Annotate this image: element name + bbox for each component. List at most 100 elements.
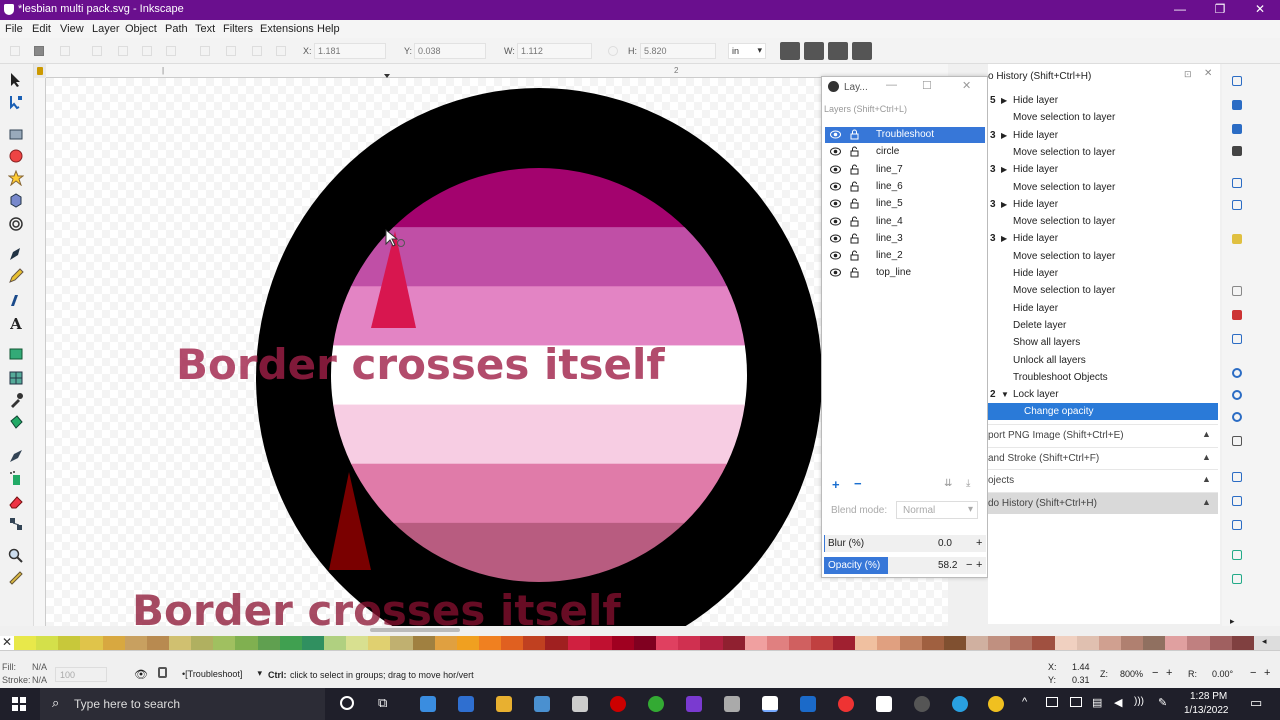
color-swatch[interactable] xyxy=(943,636,967,650)
menu-file[interactable]: File xyxy=(5,23,23,35)
pen-icon[interactable]: ✎ xyxy=(1158,696,1167,709)
blur-slider[interactable]: Blur (%) 0.0 + xyxy=(824,535,986,552)
color-swatch[interactable] xyxy=(257,636,280,650)
file-explorer-icon[interactable] xyxy=(496,696,512,712)
layer-lock-icon[interactable] xyxy=(158,667,167,678)
menu-layer[interactable]: Layer xyxy=(92,23,120,35)
history-item[interactable]: Move selection to layer xyxy=(988,213,1218,230)
layer-row[interactable]: line_5 xyxy=(825,196,985,212)
expand-toggle-icon[interactable]: ▼ xyxy=(1001,390,1009,399)
minimize-button[interactable]: — xyxy=(1160,0,1200,20)
expand-toggle-icon[interactable]: ▶ xyxy=(1001,200,1007,209)
pencil-tool-icon[interactable] xyxy=(8,268,24,284)
transform-gradients-button[interactable] xyxy=(828,42,848,60)
vertical-ruler[interactable] xyxy=(34,78,46,626)
history-item[interactable]: 2 ▼ Lock layer xyxy=(988,386,1218,403)
unlocked-icon[interactable] xyxy=(850,146,859,157)
wifi-icon[interactable]: ))) xyxy=(1134,696,1144,707)
zoom-in-icon[interactable]: + xyxy=(1166,667,1172,679)
print-icon[interactable] xyxy=(1232,146,1242,156)
spiral-tool-icon[interactable] xyxy=(8,216,24,232)
collapse-icon[interactable]: ▲ xyxy=(1202,429,1211,439)
current-layer-select[interactable]: •[Troubleshoot] ▾ xyxy=(180,667,264,683)
visibility-eye-icon[interactable] xyxy=(830,147,841,156)
game-controller-icon[interactable] xyxy=(572,696,588,712)
color-swatch[interactable] xyxy=(1076,636,1099,650)
expand-toggle-icon[interactable]: ▶ xyxy=(1001,234,1007,243)
lock-proportions-icon[interactable] xyxy=(608,46,618,56)
locked-icon[interactable] xyxy=(850,129,859,140)
network-icon[interactable]: ▤ xyxy=(1092,696,1102,709)
color-swatch[interactable] xyxy=(168,636,192,650)
twitch-icon[interactable] xyxy=(686,696,702,712)
collapse-icon[interactable]: ▲ xyxy=(1202,452,1211,462)
menu-help[interactable]: Help xyxy=(317,23,340,35)
battery-icon[interactable] xyxy=(1070,697,1082,707)
select-all-icon[interactable] xyxy=(10,46,20,56)
history-item[interactable]: 3 ▶ Hide layer xyxy=(988,161,1218,178)
color-swatch[interactable] xyxy=(788,636,812,650)
maximize-icon[interactable]: ☐ xyxy=(922,79,932,92)
color-swatch[interactable] xyxy=(456,636,479,650)
rectangle-tool-icon[interactable] xyxy=(8,126,24,142)
flag-stripe[interactable] xyxy=(326,463,756,524)
color-swatch[interactable] xyxy=(146,636,169,650)
copy-icon[interactable] xyxy=(1232,286,1242,296)
docked-dialog-header[interactable]: ojects ▲ xyxy=(988,469,1218,491)
inkscape-taskbar-icon[interactable] xyxy=(762,696,778,712)
layer-row[interactable]: Troubleshoot xyxy=(825,127,985,143)
history-item[interactable]: Unlock all layers xyxy=(988,352,1218,369)
collapse-icon[interactable]: ▲ xyxy=(1202,497,1211,507)
menu-edit[interactable]: Edit xyxy=(32,23,51,35)
color-swatch[interactable] xyxy=(501,636,524,650)
color-swatch[interactable] xyxy=(678,636,701,650)
color-swatch[interactable] xyxy=(1054,636,1077,650)
color-swatch[interactable] xyxy=(567,636,590,650)
tray-expand-icon[interactable]: ^ xyxy=(1022,696,1027,708)
tray-app-icon[interactable] xyxy=(1046,697,1058,707)
history-item[interactable]: 5 ▶ Hide layer xyxy=(988,92,1218,109)
app-icon[interactable] xyxy=(724,696,740,712)
history-item[interactable]: Move selection to layer xyxy=(988,179,1218,196)
color-swatch[interactable] xyxy=(744,636,767,650)
obs-icon[interactable] xyxy=(914,696,930,712)
color-swatch[interactable] xyxy=(877,636,900,650)
camera-app-icon[interactable] xyxy=(534,696,550,712)
color-swatch[interactable] xyxy=(1187,636,1210,650)
windows-start-icon[interactable] xyxy=(12,697,26,711)
taskbar-search-box[interactable]: ⌕ Type here to search xyxy=(40,688,325,720)
flip-vertical-icon[interactable] xyxy=(166,46,176,56)
unlocked-icon[interactable] xyxy=(850,216,859,227)
minimize-icon[interactable]: — xyxy=(886,79,897,91)
volume-icon[interactable]: ◀ xyxy=(1114,696,1122,709)
zoom-drawing-icon[interactable] xyxy=(1232,390,1242,400)
move-layer-down-icon[interactable]: ⇊ xyxy=(944,478,952,489)
lower-icon[interactable] xyxy=(252,46,262,56)
cut-icon[interactable] xyxy=(1232,310,1242,320)
steam-icon[interactable] xyxy=(800,696,816,712)
tweak-tool-icon[interactable] xyxy=(8,448,24,464)
remove-layer-icon[interactable]: − xyxy=(854,476,862,491)
history-item[interactable]: Delete layer xyxy=(988,317,1218,334)
visibility-eye-icon[interactable] xyxy=(830,165,841,174)
color-swatch[interactable] xyxy=(213,636,236,650)
close-icon[interactable]: ✕ xyxy=(962,79,971,92)
zoom-selection-icon[interactable] xyxy=(1232,368,1242,378)
history-item[interactable]: Move selection to layer xyxy=(988,248,1218,265)
color-swatch[interactable] xyxy=(722,636,745,650)
spray-tool-icon[interactable] xyxy=(8,470,24,486)
history-item[interactable]: 3 ▶ Hide layer xyxy=(988,230,1218,247)
undock-icon[interactable]: ⊡ xyxy=(1184,69,1192,80)
visibility-eye-icon[interactable] xyxy=(830,199,841,208)
rotation-value[interactable]: 0.00° xyxy=(1212,669,1233,679)
color-swatch[interactable] xyxy=(633,636,657,650)
transform-patterns-button[interactable] xyxy=(852,42,872,60)
eraser-tool-icon[interactable] xyxy=(8,494,24,510)
color-swatch[interactable] xyxy=(1010,636,1033,650)
flip-horizontal-icon[interactable] xyxy=(142,46,152,56)
history-item[interactable]: Hide layer xyxy=(988,265,1218,282)
text-tool-icon[interactable]: A xyxy=(8,316,24,332)
color-swatch[interactable] xyxy=(102,636,125,650)
box3d-tool-icon[interactable] xyxy=(8,192,24,208)
color-swatch[interactable] xyxy=(1098,636,1122,650)
